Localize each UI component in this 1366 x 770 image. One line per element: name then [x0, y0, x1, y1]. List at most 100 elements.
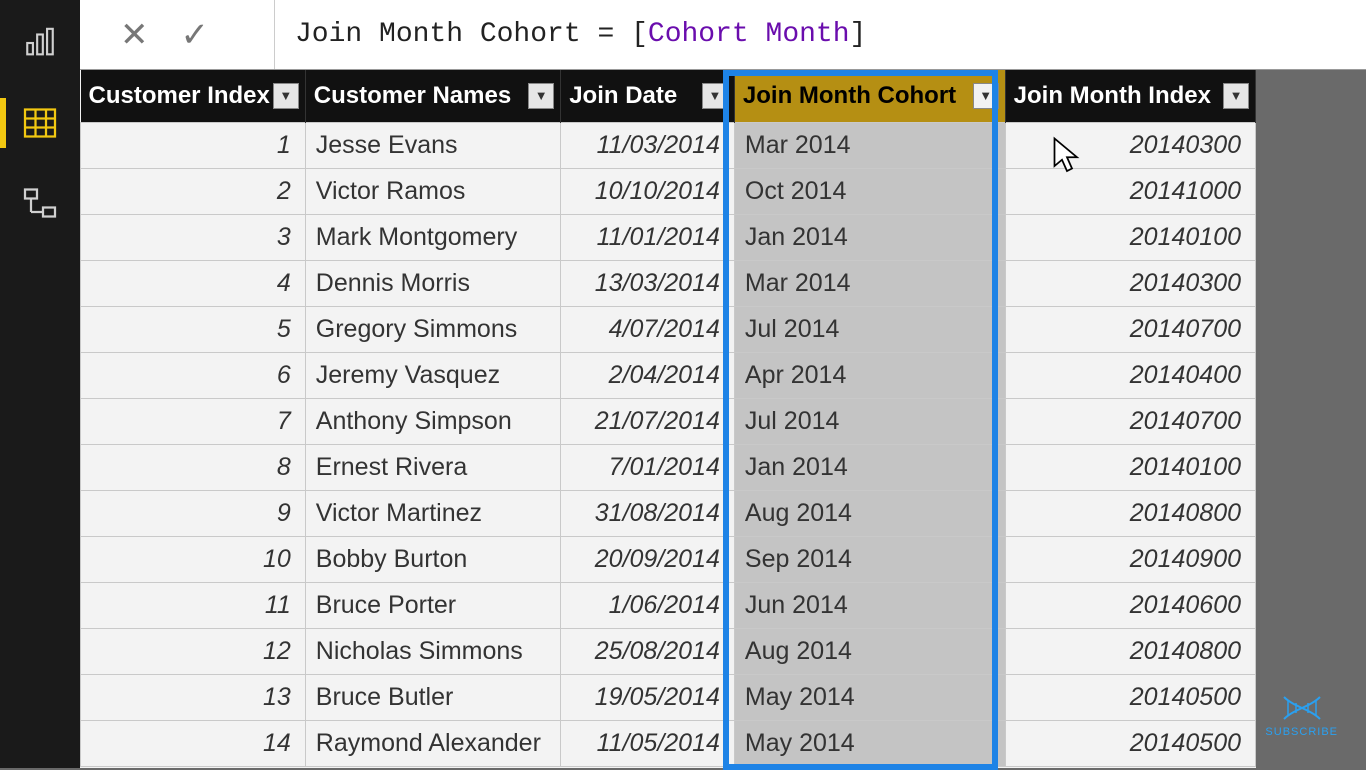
cell-customer-index[interactable]: 6	[81, 352, 306, 398]
cell-join-month-index[interactable]: 20140800	[1005, 628, 1255, 674]
cell-customer-name[interactable]: Mark Montgomery	[305, 214, 560, 260]
cell-join-month-index[interactable]: 20140800	[1005, 490, 1255, 536]
cell-join-month-cohort[interactable]: Jun 2014	[734, 582, 1005, 628]
formula-input[interactable]: Join Month Cohort = [Cohort Month]	[275, 19, 1366, 50]
cell-customer-index[interactable]: 10	[81, 536, 306, 582]
cell-customer-name[interactable]: Gregory Simmons	[305, 306, 560, 352]
cell-join-month-index[interactable]: 20140300	[1005, 260, 1255, 306]
cell-join-month-cohort[interactable]: Aug 2014	[734, 628, 1005, 674]
cell-customer-index[interactable]: 11	[81, 582, 306, 628]
filter-button[interactable]: ▼	[273, 83, 299, 109]
cell-join-month-cohort[interactable]: Oct 2014	[734, 168, 1005, 214]
table-row[interactable]: 14Raymond Alexander11/05/2014May 2014201…	[81, 720, 1256, 766]
report-view-button[interactable]	[15, 18, 65, 68]
filter-button[interactable]: ▼	[702, 83, 728, 109]
cell-customer-name[interactable]: Anthony Simpson	[305, 398, 560, 444]
cell-join-month-index[interactable]: 20140500	[1005, 720, 1255, 766]
cell-customer-index[interactable]: 5	[81, 306, 306, 352]
cell-customer-name[interactable]: Dennis Morris	[305, 260, 560, 306]
table-row[interactable]: 5Gregory Simmons4/07/2014Jul 20142014070…	[81, 306, 1256, 352]
cell-customer-name[interactable]: Bruce Butler	[305, 674, 560, 720]
table-row[interactable]: 2Victor Ramos10/10/2014Oct 201420141000	[81, 168, 1256, 214]
cell-join-date[interactable]: 31/08/2014	[561, 490, 735, 536]
cell-join-month-cohort[interactable]: Mar 2014	[734, 260, 1005, 306]
cell-join-date[interactable]: 20/09/2014	[561, 536, 735, 582]
table-row[interactable]: 10Bobby Burton20/09/2014Sep 201420140900	[81, 536, 1256, 582]
cell-customer-index[interactable]: 2	[81, 168, 306, 214]
cell-join-date[interactable]: 4/07/2014	[561, 306, 735, 352]
cell-customer-index[interactable]: 7	[81, 398, 306, 444]
cell-customer-name[interactable]: Nicholas Simmons	[305, 628, 560, 674]
cell-customer-name[interactable]: Bruce Porter	[305, 582, 560, 628]
cell-customer-index[interactable]: 3	[81, 214, 306, 260]
cell-join-month-index[interactable]: 20141000	[1005, 168, 1255, 214]
cell-customer-name[interactable]: Victor Martinez	[305, 490, 560, 536]
cell-customer-name[interactable]: Jeremy Vasquez	[305, 352, 560, 398]
model-view-button[interactable]	[15, 178, 65, 228]
cell-join-month-index[interactable]: 20140900	[1005, 536, 1255, 582]
cell-join-month-cohort[interactable]: Jan 2014	[734, 214, 1005, 260]
cell-join-month-index[interactable]: 20140100	[1005, 444, 1255, 490]
cell-customer-name[interactable]: Raymond Alexander	[305, 720, 560, 766]
cell-join-month-index[interactable]: 20140700	[1005, 398, 1255, 444]
cell-customer-name[interactable]: Ernest Rivera	[305, 444, 560, 490]
cell-join-month-index[interactable]: 20140100	[1005, 214, 1255, 260]
column-header-customer-names[interactable]: Customer Names▼	[305, 70, 560, 122]
cell-join-month-cohort[interactable]: May 2014	[734, 720, 1005, 766]
cell-join-month-index[interactable]: 20140700	[1005, 306, 1255, 352]
cell-join-date[interactable]: 2/04/2014	[561, 352, 735, 398]
table-row[interactable]: 1Jesse Evans11/03/2014Mar 201420140300	[81, 122, 1256, 168]
cell-join-date[interactable]: 7/01/2014	[561, 444, 735, 490]
cell-join-month-cohort[interactable]: Aug 2014	[734, 490, 1005, 536]
filter-button[interactable]: ▼	[528, 83, 554, 109]
table-row[interactable]: 6Jeremy Vasquez2/04/2014Apr 201420140400	[81, 352, 1256, 398]
column-header-join-month-index[interactable]: Join Month Index▼	[1005, 70, 1255, 122]
cell-customer-index[interactable]: 13	[81, 674, 306, 720]
table-row[interactable]: 12Nicholas Simmons25/08/2014Aug 20142014…	[81, 628, 1256, 674]
cell-join-month-cohort[interactable]: Jul 2014	[734, 306, 1005, 352]
cancel-formula-button[interactable]: ✕	[120, 15, 149, 55]
table-row[interactable]: 8Ernest Rivera7/01/2014Jan 201420140100	[81, 444, 1256, 490]
filter-button[interactable]: ▼	[973, 83, 999, 109]
cell-join-month-cohort[interactable]: Jan 2014	[734, 444, 1005, 490]
cell-join-date[interactable]: 11/03/2014	[561, 122, 735, 168]
cell-customer-name[interactable]: Bobby Burton	[305, 536, 560, 582]
cell-join-date[interactable]: 11/05/2014	[561, 720, 735, 766]
cell-join-date[interactable]: 1/06/2014	[561, 582, 735, 628]
cell-join-month-cohort[interactable]: Mar 2014	[734, 122, 1005, 168]
cell-customer-name[interactable]: Jesse Evans	[305, 122, 560, 168]
table-row[interactable]: 13Bruce Butler19/05/2014May 201420140500	[81, 674, 1256, 720]
cell-customer-index[interactable]: 14	[81, 720, 306, 766]
column-header-join-date[interactable]: Join Date▼	[561, 70, 735, 122]
data-view-button[interactable]	[15, 98, 65, 148]
cell-join-month-index[interactable]: 20140400	[1005, 352, 1255, 398]
cell-join-date[interactable]: 21/07/2014	[561, 398, 735, 444]
table-row[interactable]: 9Victor Martinez31/08/2014Aug 2014201408…	[81, 490, 1256, 536]
cell-customer-name[interactable]: Victor Ramos	[305, 168, 560, 214]
column-header-customer-index[interactable]: Customer Index▼	[81, 70, 306, 122]
table-row[interactable]: 7Anthony Simpson21/07/2014Jul 2014201407…	[81, 398, 1256, 444]
filter-button[interactable]: ▼	[1223, 83, 1249, 109]
cell-join-month-cohort[interactable]: May 2014	[734, 674, 1005, 720]
cell-join-month-index[interactable]: 20140500	[1005, 674, 1255, 720]
cell-join-date[interactable]: 19/05/2014	[561, 674, 735, 720]
table-row[interactable]: 11Bruce Porter1/06/2014Jun 201420140600	[81, 582, 1256, 628]
cell-customer-index[interactable]: 1	[81, 122, 306, 168]
cell-join-month-cohort[interactable]: Apr 2014	[734, 352, 1005, 398]
table-row[interactable]: 4Dennis Morris13/03/2014Mar 201420140300	[81, 260, 1256, 306]
cell-join-date[interactable]: 10/10/2014	[561, 168, 735, 214]
table-row[interactable]: 3Mark Montgomery11/01/2014Jan 2014201401…	[81, 214, 1256, 260]
cell-join-month-cohort[interactable]: Jul 2014	[734, 398, 1005, 444]
cell-customer-index[interactable]: 9	[81, 490, 306, 536]
cell-customer-index[interactable]: 8	[81, 444, 306, 490]
commit-formula-button[interactable]: ✓	[181, 15, 210, 55]
cell-customer-index[interactable]: 12	[81, 628, 306, 674]
cell-join-date[interactable]: 25/08/2014	[561, 628, 735, 674]
cell-join-month-index[interactable]: 20140600	[1005, 582, 1255, 628]
column-header-join-month-cohort[interactable]: Join Month Cohort▼	[734, 70, 1005, 122]
cell-customer-index[interactable]: 4	[81, 260, 306, 306]
cell-join-month-index[interactable]: 20140300	[1005, 122, 1255, 168]
cell-join-date[interactable]: 13/03/2014	[561, 260, 735, 306]
cell-join-date[interactable]: 11/01/2014	[561, 214, 735, 260]
cell-join-month-cohort[interactable]: Sep 2014	[734, 536, 1005, 582]
